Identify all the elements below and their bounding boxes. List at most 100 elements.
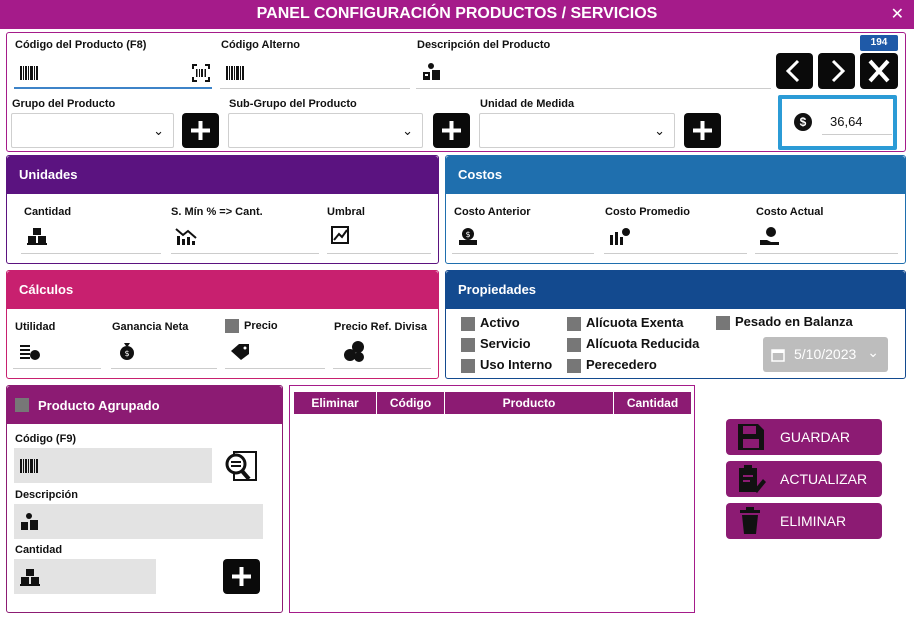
costo-promedio-input[interactable] [604, 222, 747, 254]
add-unidad-button[interactable] [684, 113, 721, 148]
chevron-down-icon: ⌄ [153, 123, 164, 138]
uso-interno-check[interactable]: Uso Interno [461, 357, 552, 373]
money-bag-icon: $ [459, 228, 477, 245]
agrupado-panel: Producto Agrupado Código (F9) Descripció… [6, 385, 283, 613]
codigo-input[interactable] [14, 58, 212, 89]
price-box[interactable]: $ 36,64 [778, 95, 897, 150]
grupo-select[interactable]: ⌄ [11, 113, 174, 148]
pesado-checkbox[interactable] [716, 315, 730, 330]
alic-exenta-checkbox[interactable] [567, 316, 581, 331]
previous-button[interactable] [776, 53, 813, 89]
descripcion-input[interactable] [416, 58, 771, 89]
propiedades-panel: Propiedades Activo Servicio Uso Interno … [445, 270, 906, 379]
agrupado-checkbox[interactable] [15, 398, 29, 412]
servicio-checkbox[interactable] [461, 337, 475, 352]
unidad-select[interactable]: ⌄ [479, 113, 675, 148]
add-grupo-button[interactable] [182, 113, 219, 148]
eliminar-button[interactable]: ELIMINAR [726, 503, 882, 539]
alic-reducida-check[interactable]: Alícuota Reducida [567, 336, 699, 352]
calculos-panel: Cálculos Utilidad Ganancia Neta Precio P… [6, 270, 439, 379]
subgrupo-label: Sub-Grupo del Producto [229, 98, 357, 110]
agrupado-table: Eliminar Código Producto Cantidad [289, 385, 695, 613]
barcode-icon [20, 66, 38, 80]
product-header-panel: Código del Producto (F8) Código Alterno … [6, 32, 906, 152]
guardar-button[interactable]: GUARDAR [726, 419, 882, 455]
svg-text:$: $ [124, 349, 129, 358]
perecedero-checkbox[interactable] [567, 358, 581, 373]
pesado-label: Pesado en Balanza [735, 314, 853, 329]
col-cantidad[interactable]: Cantidad [614, 392, 691, 414]
add-subgrupo-button[interactable] [433, 113, 470, 148]
products-icon [423, 63, 440, 80]
precio-checkbox[interactable] [225, 319, 239, 333]
eliminar-label: ELIMINAR [780, 513, 847, 529]
umbral-input[interactable] [327, 222, 431, 254]
alic-reducida-checkbox[interactable] [567, 337, 581, 352]
activo-check[interactable]: Activo [461, 315, 520, 331]
barcode-icon [20, 459, 38, 473]
clear-button[interactable] [860, 53, 898, 89]
precio-input[interactable] [225, 337, 325, 369]
currency-coins-icon [344, 341, 364, 362]
costo-promedio-label: Costo Promedio [605, 206, 690, 218]
col-producto[interactable]: Producto [445, 392, 614, 414]
precio-ref-input[interactable] [333, 337, 431, 369]
utilidad-label: Utilidad [15, 321, 56, 333]
price-value: 36,64 [822, 111, 892, 135]
pesado-check[interactable]: Pesado en Balanza [716, 314, 853, 330]
ganancia-input[interactable]: $ [111, 337, 217, 369]
descripcion-label: Descripción del Producto [417, 39, 551, 51]
agrupado-descripcion-input[interactable] [14, 504, 263, 539]
perecedero-label: Perecedero [586, 357, 657, 372]
alic-reducida-label: Alícuota Reducida [586, 336, 700, 351]
unidades-panel: Unidades Cantidad S. Mín % => Cant. Umbr… [6, 155, 439, 264]
actualizar-label: ACTUALIZAR [780, 471, 868, 487]
servicio-label: Servicio [480, 336, 531, 351]
ganancia-label: Ganancia Neta [112, 321, 189, 333]
col-eliminar[interactable]: Eliminar [294, 392, 377, 414]
smin-input[interactable] [171, 222, 319, 254]
date-picker[interactable]: 5/10/2023 ⌄ [763, 337, 888, 372]
costo-actual-label: Costo Actual [756, 206, 824, 218]
close-icon [868, 59, 890, 83]
plus-icon [232, 567, 251, 586]
activo-label: Activo [480, 315, 520, 330]
boxes-icon [20, 569, 40, 586]
alic-exenta-check[interactable]: Alícuota Exenta [567, 315, 684, 331]
chevron-right-icon [831, 59, 846, 83]
subgrupo-select[interactable]: ⌄ [228, 113, 423, 148]
search-document-icon[interactable] [222, 448, 260, 484]
barcode-scan-icon[interactable] [192, 64, 210, 82]
perecedero-check[interactable]: Perecedero [567, 357, 657, 373]
costo-anterior-input[interactable]: $ [452, 222, 594, 254]
agrupado-codigo-input[interactable] [14, 448, 212, 483]
next-button[interactable] [818, 53, 855, 89]
chevron-down-icon: ⌄ [654, 123, 665, 138]
plus-icon [442, 121, 461, 140]
precio-check[interactable]: Precio [225, 319, 278, 333]
table-header: Eliminar Código Producto Cantidad [294, 392, 691, 414]
costo-actual-input[interactable] [755, 222, 898, 254]
col-codigo[interactable]: Código [377, 392, 445, 414]
dollar-icon: $ [794, 113, 812, 131]
unidades-header: Unidades [7, 156, 438, 194]
cantidad-label: Cantidad [24, 206, 72, 218]
agrupado-descripcion-label: Descripción [15, 489, 78, 501]
servicio-check[interactable]: Servicio [461, 336, 531, 352]
svg-text:$: $ [465, 230, 470, 239]
plus-icon [693, 121, 712, 140]
close-icon[interactable]: ✕ [891, 4, 904, 24]
precio-ref-label: Precio Ref. Divisa [334, 321, 427, 333]
cantidad-input[interactable] [21, 222, 161, 254]
agrupado-cantidad-input[interactable] [14, 559, 156, 594]
costo-anterior-label: Costo Anterior [454, 206, 531, 218]
activo-checkbox[interactable] [461, 316, 475, 331]
plus-icon [191, 121, 210, 140]
utilidad-input[interactable] [13, 337, 101, 369]
chevron-down-icon: ⌄ [402, 123, 413, 138]
alterno-input[interactable] [220, 58, 410, 89]
clipboard-edit-icon [739, 465, 766, 493]
actualizar-button[interactable]: ACTUALIZAR [726, 461, 882, 497]
add-agrupado-button[interactable] [223, 559, 260, 594]
uso-interno-checkbox[interactable] [461, 358, 475, 373]
